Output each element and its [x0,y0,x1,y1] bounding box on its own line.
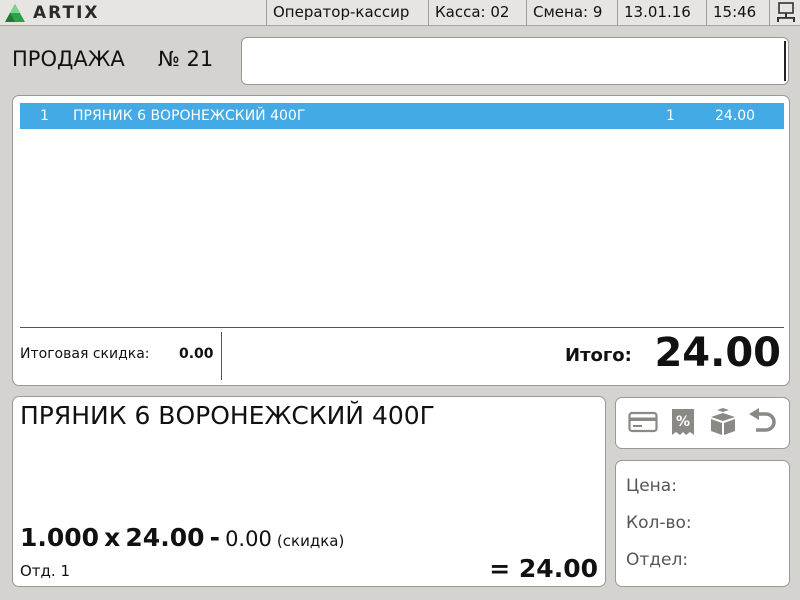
operator-role: Оператор-кассир [266,0,428,25]
minus-sign: - [209,523,220,552]
discount-caption: (скидка) [276,532,345,550]
network-status[interactable] [769,0,800,25]
item-info-panel: Цена: Кол-во: Отдел: [615,460,790,587]
discount-button[interactable]: % [666,406,699,438]
divider [221,332,222,380]
undo-button[interactable] [746,406,779,438]
divider [20,327,784,328]
card-payment-button[interactable] [626,406,659,438]
multiply-sign: x [104,523,121,552]
receipt-panel: 1 ПРЯНИК 6 ВОРОНЕЖСКИЙ 400Г 1 24.00 Итог… [12,95,790,386]
table-row[interactable]: 1 ПРЯНИК 6 ВОРОНЕЖСКИЙ 400Г 1 24.00 [20,103,784,129]
discount-icon: % [671,409,694,435]
item-department: Отд. 1 [20,562,70,580]
barcode-input[interactable] [241,37,789,85]
price-label: Цена: [626,476,677,496]
register-number: Касса: 02 [428,0,526,25]
shift-number: Смена: 9 [526,0,617,25]
text-cursor [784,41,786,81]
row-sum: 24.00 [715,108,756,124]
brand-name: ARTIX [33,2,100,23]
item-detail-panel: ПРЯНИК 6 ВОРОНЕЖСКИЙ 400Г 1.000 x 24.00 … [12,396,606,587]
total-discount-label: Итоговая скидка: [20,346,150,362]
svg-text:%: % [675,414,689,430]
item-price: 24.00 [125,523,205,552]
action-toolbar: % [615,397,790,449]
total-discount-value: 0.00 [179,346,214,362]
total-label: Итого: [565,345,632,366]
total-amount: 24.00 [654,330,781,376]
item-discount: 0.00 [225,527,272,551]
receipt-number: № 21 [158,47,214,71]
undo-icon [748,408,776,432]
status-bar: ARTIX Оператор-кассир Касса: 02 Смена: 9… [0,0,800,26]
item-calculation: 1.000 x 24.00 - 0.00 (скидка) [20,523,344,552]
date-display: 13.01.16 [617,0,706,25]
item-line-total: = 24.00 [489,554,598,583]
row-product-name: ПРЯНИК 6 ВОРОНЕЖСКИЙ 400Г [73,108,306,124]
artix-logo-icon [5,3,25,22]
brand-logo: ARTIX [4,2,100,23]
boxes-button[interactable] [706,406,739,438]
department-label: Отдел: [626,550,689,570]
card-payment-icon [627,411,658,433]
item-quantity: 1.000 [20,523,100,552]
row-index: 1 [40,108,49,124]
item-name: ПРЯНИК 6 ВОРОНЕЖСКИЙ 400Г [20,401,435,430]
network-icon [777,2,795,22]
boxes-icon [710,408,735,435]
quantity-label: Кол-во: [626,513,692,533]
row-quantity: 1 [666,108,675,124]
operation-mode: ПРОДАЖА [12,47,125,71]
time-display: 15:46 [706,0,769,25]
